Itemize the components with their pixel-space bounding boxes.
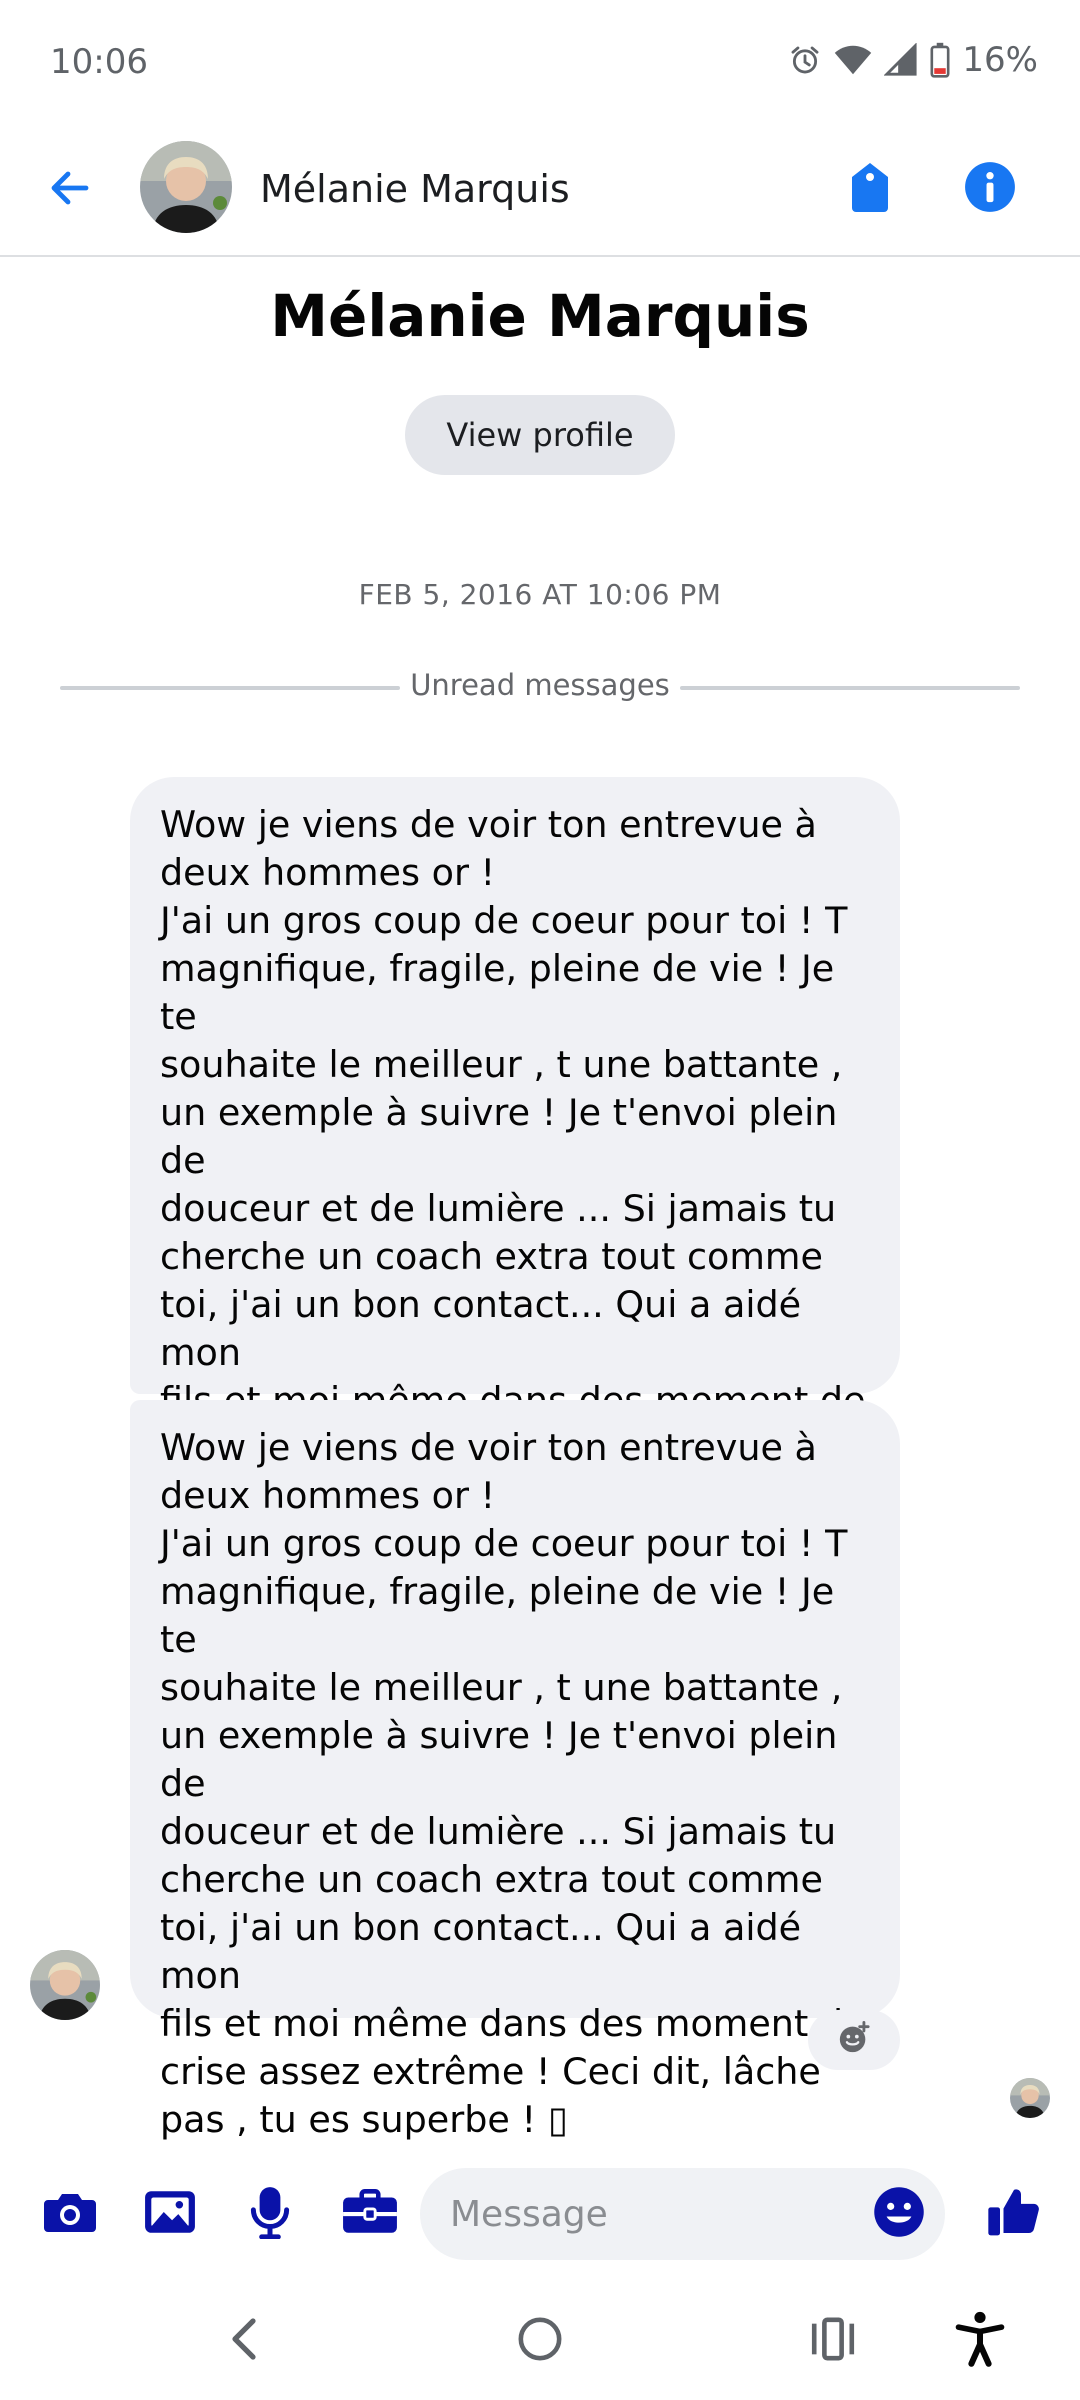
- message-bubble[interactable]: Wow je viens de voir ton entrevue à deux…: [130, 1400, 900, 2141]
- chevron-left-icon: [225, 2315, 265, 2367]
- unread-divider: Unread messages: [60, 668, 1020, 708]
- status-bar: 10:06 16%: [0, 0, 1080, 125]
- message-composer: [0, 2160, 1080, 2270]
- message-timestamp: FEB 5, 2016 AT 10:06 PM: [358, 578, 722, 611]
- status-time: 10:06: [50, 42, 148, 82]
- tag-button[interactable]: [840, 157, 900, 221]
- avatar[interactable]: [140, 141, 232, 233]
- contact-name[interactable]: Mélanie Marquis: [260, 167, 570, 211]
- add-reaction-icon: [837, 2021, 871, 2059]
- voice-button[interactable]: [238, 2182, 302, 2246]
- briefcase-icon: [341, 2187, 399, 2241]
- home-circle-icon: [517, 2316, 563, 2366]
- emoji-button[interactable]: [867, 2182, 931, 2246]
- nav-back-button[interactable]: [210, 2306, 280, 2376]
- seen-receipt-avatar: [1010, 2078, 1050, 2118]
- accessibility-icon: [954, 2311, 1006, 2371]
- accessibility-button[interactable]: [945, 2306, 1015, 2376]
- info-icon: [964, 161, 1016, 217]
- unread-label: Unread messages: [410, 668, 670, 702]
- thumbs-up-icon: [986, 2184, 1042, 2244]
- message-input-container: [420, 2168, 945, 2260]
- recents-icon: [810, 2317, 856, 2365]
- battery-percent: 16%: [962, 40, 1038, 80]
- wifi-icon: [834, 44, 872, 76]
- tag-icon: [848, 161, 892, 217]
- games-button[interactable]: [338, 2182, 402, 2246]
- microphone-icon: [248, 2185, 292, 2243]
- camera-icon: [42, 2187, 98, 2241]
- add-reaction-button[interactable]: [808, 2010, 900, 2070]
- alarm-icon: [788, 43, 822, 77]
- message-input[interactable]: [450, 2168, 850, 2260]
- signal-icon: [884, 43, 918, 77]
- gallery-icon: [143, 2187, 197, 2241]
- camera-button[interactable]: [38, 2182, 102, 2246]
- back-button[interactable]: [40, 160, 100, 220]
- message-bubble[interactable]: Wow je viens de voir ton entrevue à deux…: [130, 777, 900, 1518]
- sender-avatar[interactable]: [30, 1950, 100, 2020]
- gallery-button[interactable]: [138, 2182, 202, 2246]
- conversation-header: Mélanie Marquis: [0, 125, 1080, 257]
- view-profile-button[interactable]: View profile: [405, 395, 675, 475]
- status-icons: 16%: [788, 40, 1038, 80]
- arrow-left-icon: [46, 164, 94, 216]
- nav-home-button[interactable]: [505, 2306, 575, 2376]
- emoji-icon: [872, 2185, 926, 2243]
- like-button[interactable]: [982, 2182, 1046, 2246]
- info-button[interactable]: [960, 157, 1020, 221]
- system-nav-bar: [0, 2280, 1080, 2400]
- nav-recents-button[interactable]: [798, 2306, 868, 2376]
- battery-icon: [930, 42, 950, 78]
- profile-name: Mélanie Marquis: [270, 282, 810, 350]
